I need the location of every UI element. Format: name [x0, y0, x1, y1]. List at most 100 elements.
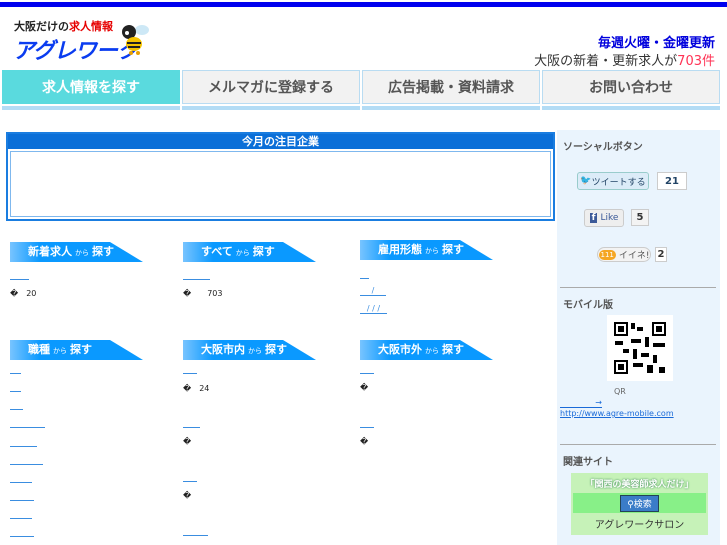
nav-contact[interactable]: お問い合わせ — [542, 70, 720, 104]
sh-search: 探す — [252, 245, 275, 258]
twitter-icon: 🐦 — [580, 176, 592, 186]
nav-strip — [182, 106, 360, 110]
section-header-employment: 雇用形態 から 探す — [360, 240, 493, 260]
sh-from: から — [425, 347, 439, 355]
nav-strip — [362, 106, 540, 110]
divider — [560, 444, 716, 445]
tagline-a: 大阪だけの — [14, 20, 69, 33]
nav-advertise[interactable]: 広告掲載・資料請求 — [362, 70, 540, 104]
area-link[interactable] — [360, 373, 374, 374]
occupation-link[interactable] — [10, 482, 32, 483]
employment-link[interactable]: / — [360, 286, 386, 296]
featured-content — [10, 151, 551, 217]
link[interactable] — [183, 279, 210, 280]
top-bar — [0, 2, 727, 7]
like-button[interactable]: f Like — [584, 209, 624, 227]
occupation-link[interactable] — [10, 427, 45, 428]
count-value: 703件 — [677, 54, 715, 69]
iine-count: 2 — [655, 247, 667, 262]
new-count: � 20 — [10, 289, 37, 298]
sh-search: 探す — [92, 245, 114, 258]
sh-search: 探す — [265, 343, 287, 356]
occupation-link[interactable] — [10, 391, 21, 392]
section-header-all: すべて から 探す — [183, 242, 316, 262]
salon-name: アグレワークサロン — [594, 520, 685, 531]
nav-strip — [542, 106, 720, 110]
iine-label: イイネ! — [618, 251, 650, 261]
update-schedule: 毎週火曜・金曜更新 — [597, 36, 715, 51]
featured-title: 今月の注目企業 — [8, 134, 553, 149]
divider — [560, 287, 716, 288]
section-header-new: 新着求人 から 探す — [10, 242, 143, 262]
sh-from: から — [53, 347, 67, 355]
tweet-count: 21 — [657, 172, 687, 190]
sh-from: から — [235, 249, 250, 257]
sh-title: 職種 — [28, 343, 50, 356]
mixi-icon: 111 — [598, 249, 616, 260]
qr-code-icon — [607, 315, 673, 381]
occupation-link[interactable] — [10, 500, 34, 501]
search-label: 検索 — [633, 499, 652, 510]
qr-label: QR — [614, 387, 626, 396]
area-link[interactable] — [183, 481, 197, 482]
social-title: ソーシャルボタン — [563, 142, 643, 153]
search-button[interactable]: ⚲検索 — [620, 494, 659, 512]
area-link[interactable] — [360, 427, 374, 428]
occupation-link[interactable] — [10, 464, 43, 465]
sh-from: から — [425, 247, 439, 255]
featured-companies: 今月の注目企業 — [6, 132, 555, 221]
tagline-b: 求人情報 — [69, 20, 113, 33]
sh-title: 大阪市内 — [201, 343, 245, 356]
sidebar: ソーシャルボタン 🐦 ツイートする 21 f Like 5 111 イイネ! 2 モバ… — [557, 130, 720, 545]
area-count: � — [360, 437, 369, 446]
area-count: � — [183, 437, 192, 446]
sh-from: から — [75, 249, 89, 257]
occupation-link[interactable] — [10, 536, 34, 537]
like-count: 5 — [631, 209, 649, 226]
iine-button[interactable]: 111 イイネ! — [597, 247, 651, 262]
mobile-title: モバイル版 — [563, 300, 613, 311]
employment-link[interactable]: / / / — [360, 304, 387, 314]
area-count: � — [183, 491, 192, 500]
count-prefix: 大阪の新着・更新求人が — [534, 54, 678, 69]
section-header-osaka-city: 大阪市内 から 探す — [183, 340, 316, 360]
area-count: � — [360, 383, 369, 392]
search-bar: ⚲検索 — [573, 493, 706, 513]
occupation-link[interactable] — [10, 373, 21, 374]
sh-search: 探す — [442, 243, 464, 256]
facebook-icon: f — [589, 213, 598, 223]
occupation-link[interactable] — [10, 409, 23, 410]
related-title: 関連サイト — [563, 457, 613, 468]
tweet-label: ツイートする — [591, 177, 646, 188]
sh-title: 新着求人 — [28, 245, 72, 258]
sh-title: 雇用形態 — [378, 243, 422, 256]
logo-tagline: 大阪だけの求人情報 — [14, 18, 113, 34]
area-link[interactable] — [183, 373, 197, 374]
area-link[interactable] — [183, 535, 208, 536]
sh-search: 探す — [442, 343, 464, 356]
sh-title: すべて — [201, 245, 233, 258]
link[interactable] — [10, 279, 29, 280]
mobile-url-link[interactable]: http://www.agre-mobile.com — [560, 409, 674, 418]
area-count: � 24 — [183, 384, 210, 393]
section-header-outside-osaka: 大阪市外 から 探す — [360, 340, 493, 360]
like-label: Like — [600, 213, 619, 223]
bee-mascot-icon — [122, 25, 149, 55]
magnifier-icon: ⚲ — [627, 499, 634, 510]
nav-find-jobs[interactable]: 求人情報を探す — [2, 70, 180, 104]
mobile-link-arrow[interactable]: → — [560, 398, 602, 408]
tweet-button[interactable]: 🐦 ツイートする — [577, 172, 649, 190]
all-count: � 703 — [183, 289, 223, 298]
sh-from: から — [248, 347, 262, 355]
nav-newsletter[interactable]: メルマガに登録する — [182, 70, 360, 104]
sh-search: 探す — [70, 343, 92, 356]
job-count: 大阪の新着・更新求人が703件 — [534, 50, 715, 69]
link[interactable] — [360, 278, 369, 279]
section-header-occupation: 職種 から 探す — [10, 340, 143, 360]
nav-strip — [2, 106, 180, 110]
occupation-link[interactable] — [10, 446, 37, 447]
occupation-link[interactable] — [10, 518, 32, 519]
area-link[interactable] — [183, 427, 200, 428]
salon-banner[interactable]: 「関西の美容師求人だけ」 ⚲検索 アグレワークサロン — [571, 473, 708, 535]
sh-title: 大阪市外 — [378, 343, 422, 356]
